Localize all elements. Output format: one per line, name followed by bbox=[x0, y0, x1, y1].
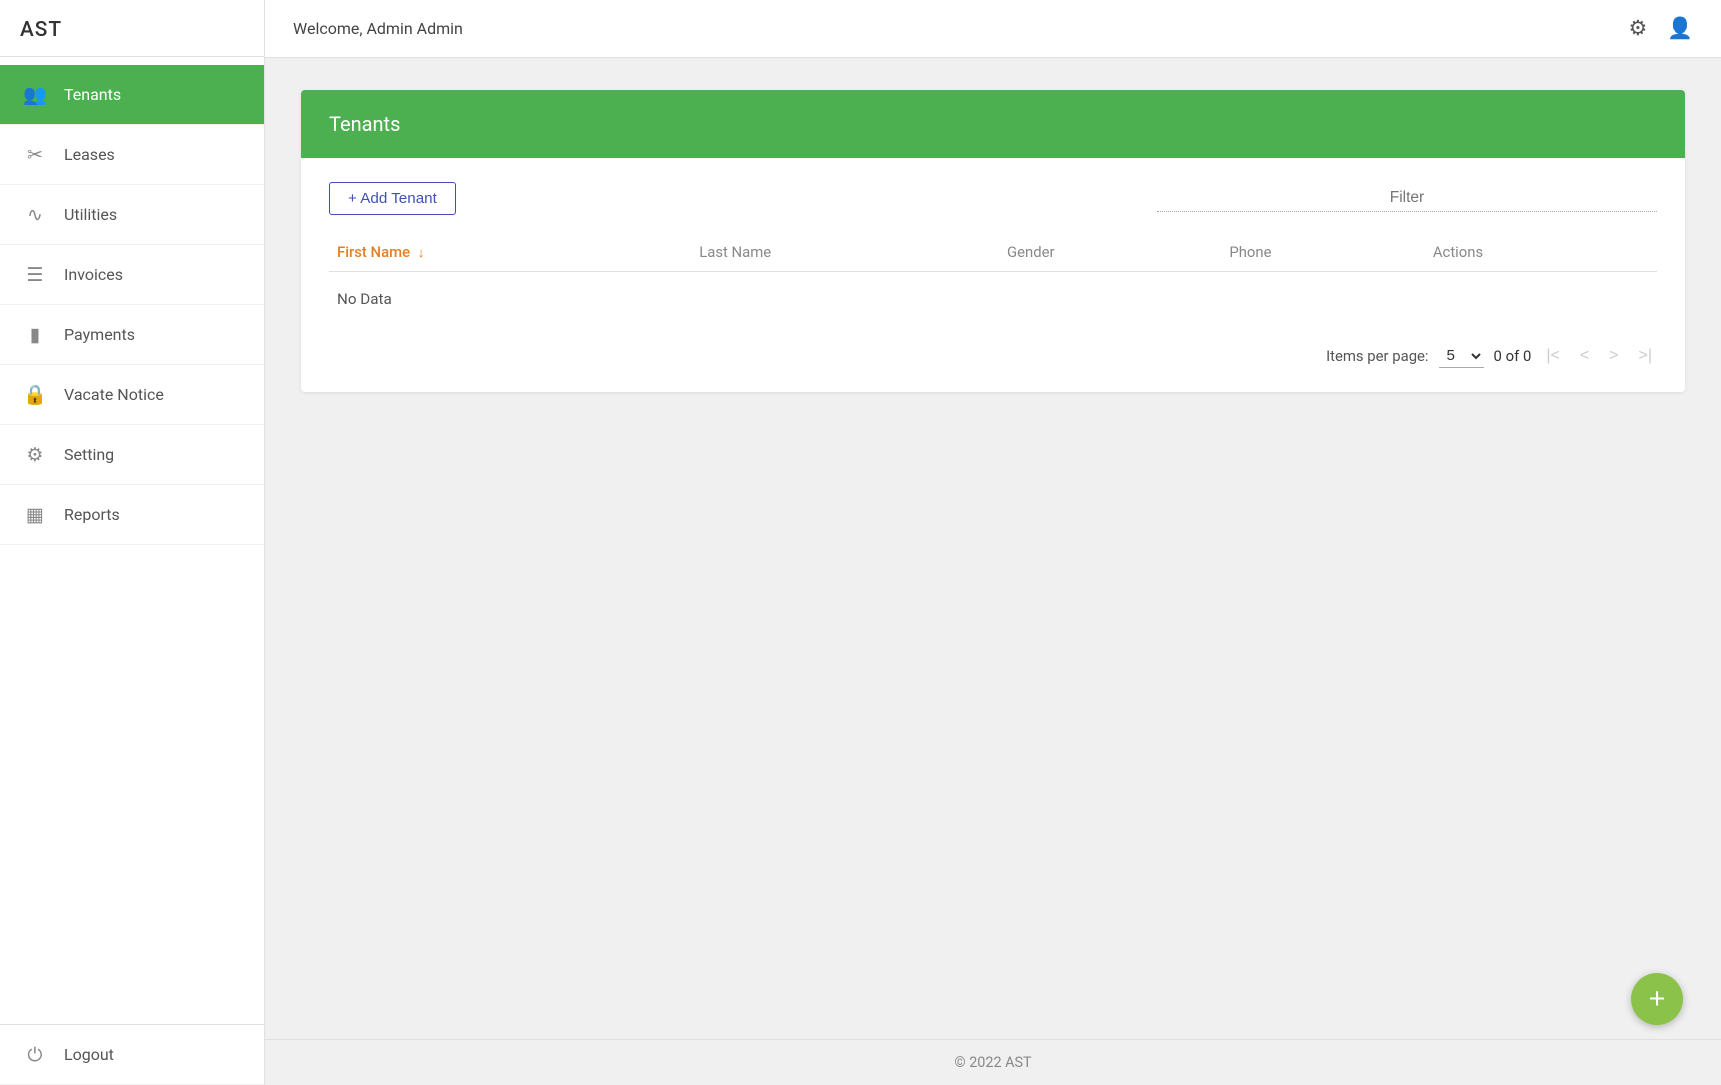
items-per-page-label: Items per page: bbox=[1326, 347, 1428, 365]
leases-icon: ✂ bbox=[22, 143, 48, 166]
col-last-name: Last Name bbox=[691, 233, 999, 272]
sidebar-item-utilities-label: Utilities bbox=[64, 205, 117, 224]
sidebar-item-leases[interactable]: ✂ Leases bbox=[0, 125, 264, 185]
main-area: Welcome, Admin Admin ⚙ 👤 Tenants + Add T… bbox=[265, 0, 1721, 1085]
footer: © 2022 AST bbox=[265, 1039, 1721, 1085]
col-first-name-label: First Name bbox=[337, 243, 410, 261]
sidebar-item-payments-label: Payments bbox=[64, 325, 135, 344]
vacate-notice-icon: 🔒 bbox=[22, 383, 48, 406]
card-title: Tenants bbox=[329, 112, 400, 136]
sidebar-item-logout[interactable]: ⏻ Logout bbox=[0, 1025, 264, 1085]
table-toolbar: + Add Tenant bbox=[329, 182, 1657, 215]
sidebar-item-tenants[interactable]: 👥 Tenants bbox=[0, 65, 264, 125]
sidebar-bottom: ⏻ Logout bbox=[0, 1024, 264, 1085]
table-head: First Name ↓ Last Name Gender Phone bbox=[329, 233, 1657, 272]
pagination-bar: Items per page: 5 10 25 50 0 of 0 |< < >… bbox=[329, 344, 1657, 368]
sidebar-item-logout-label: Logout bbox=[64, 1045, 114, 1064]
first-page-button[interactable]: |< bbox=[1541, 345, 1565, 367]
sidebar-nav: 👥 Tenants ✂ Leases ∿ Utilities ☰ Invoices ▮ Payme… bbox=[0, 65, 264, 1024]
sidebar-item-vacate-notice[interactable]: 🔒 Vacate Notice bbox=[0, 365, 264, 425]
col-gender: Gender bbox=[999, 233, 1221, 272]
col-phone-label: Phone bbox=[1229, 243, 1271, 261]
sidebar-item-setting[interactable]: ⚙ Setting bbox=[0, 425, 264, 485]
sidebar: AST 👥 Tenants ✂ Leases ∿ Utilities ☰ Invoices ▮ P… bbox=[0, 0, 265, 1085]
prev-page-button[interactable]: < bbox=[1575, 345, 1594, 367]
sidebar-item-utilities[interactable]: ∿ Utilities bbox=[0, 185, 264, 245]
no-data-row: No Data bbox=[329, 272, 1657, 327]
col-last-name-label: Last Name bbox=[699, 243, 771, 261]
card-header: Tenants bbox=[301, 90, 1685, 158]
next-page-button[interactable]: > bbox=[1604, 345, 1623, 367]
setting-icon: ⚙ bbox=[22, 443, 48, 466]
sidebar-item-payments[interactable]: ▮ Payments bbox=[0, 305, 264, 365]
table-header-row: First Name ↓ Last Name Gender Phone bbox=[329, 233, 1657, 272]
pagination-count: 0 of 0 bbox=[1494, 347, 1532, 365]
no-data-cell: No Data bbox=[329, 272, 1657, 327]
header: Welcome, Admin Admin ⚙ 👤 bbox=[265, 0, 1721, 58]
footer-text: © 2022 AST bbox=[954, 1054, 1031, 1071]
content-area: Tenants + Add Tenant First Name ↓ bbox=[265, 58, 1721, 1039]
sidebar-item-tenants-label: Tenants bbox=[64, 85, 121, 104]
tenants-table: First Name ↓ Last Name Gender Phone bbox=[329, 233, 1657, 326]
utilities-icon: ∿ bbox=[22, 203, 48, 226]
fab-add-button[interactable]: + bbox=[1631, 973, 1683, 1025]
col-actions-label: Actions bbox=[1433, 243, 1483, 261]
card-body: + Add Tenant First Name ↓ Last Name bbox=[301, 158, 1685, 392]
sidebar-item-setting-label: Setting bbox=[64, 445, 114, 464]
last-page-button[interactable]: >| bbox=[1634, 345, 1658, 367]
settings-icon[interactable]: ⚙ bbox=[1628, 16, 1647, 41]
col-first-name: First Name ↓ bbox=[329, 233, 691, 272]
payments-icon: ▮ bbox=[22, 323, 48, 346]
tenants-card: Tenants + Add Tenant First Name ↓ bbox=[301, 90, 1685, 392]
sidebar-item-reports-label: Reports bbox=[64, 505, 120, 524]
sidebar-item-leases-label: Leases bbox=[64, 145, 115, 164]
filter-input[interactable] bbox=[1157, 185, 1657, 212]
col-phone: Phone bbox=[1221, 233, 1424, 272]
table-body: No Data bbox=[329, 272, 1657, 327]
sidebar-item-reports[interactable]: ▦ Reports bbox=[0, 485, 264, 545]
col-actions: Actions bbox=[1425, 233, 1657, 272]
profile-icon[interactable]: 👤 bbox=[1667, 17, 1693, 41]
welcome-text: Welcome, Admin Admin bbox=[293, 19, 463, 38]
tenants-icon: 👥 bbox=[22, 83, 48, 106]
logout-icon: ⏻ bbox=[22, 1043, 48, 1066]
header-actions: ⚙ 👤 bbox=[1628, 16, 1693, 41]
sort-icon-first-name[interactable]: ↓ bbox=[418, 245, 425, 261]
sidebar-item-invoices-label: Invoices bbox=[64, 265, 123, 284]
sidebar-item-vacate-notice-label: Vacate Notice bbox=[64, 385, 164, 404]
add-tenant-button[interactable]: + Add Tenant bbox=[329, 182, 456, 215]
invoices-icon: ☰ bbox=[22, 263, 48, 286]
app-logo: AST bbox=[0, 0, 264, 57]
col-gender-label: Gender bbox=[1007, 243, 1055, 261]
items-per-page-select[interactable]: 5 10 25 50 bbox=[1439, 344, 1484, 368]
sidebar-item-invoices[interactable]: ☰ Invoices bbox=[0, 245, 264, 305]
reports-icon: ▦ bbox=[22, 503, 48, 526]
